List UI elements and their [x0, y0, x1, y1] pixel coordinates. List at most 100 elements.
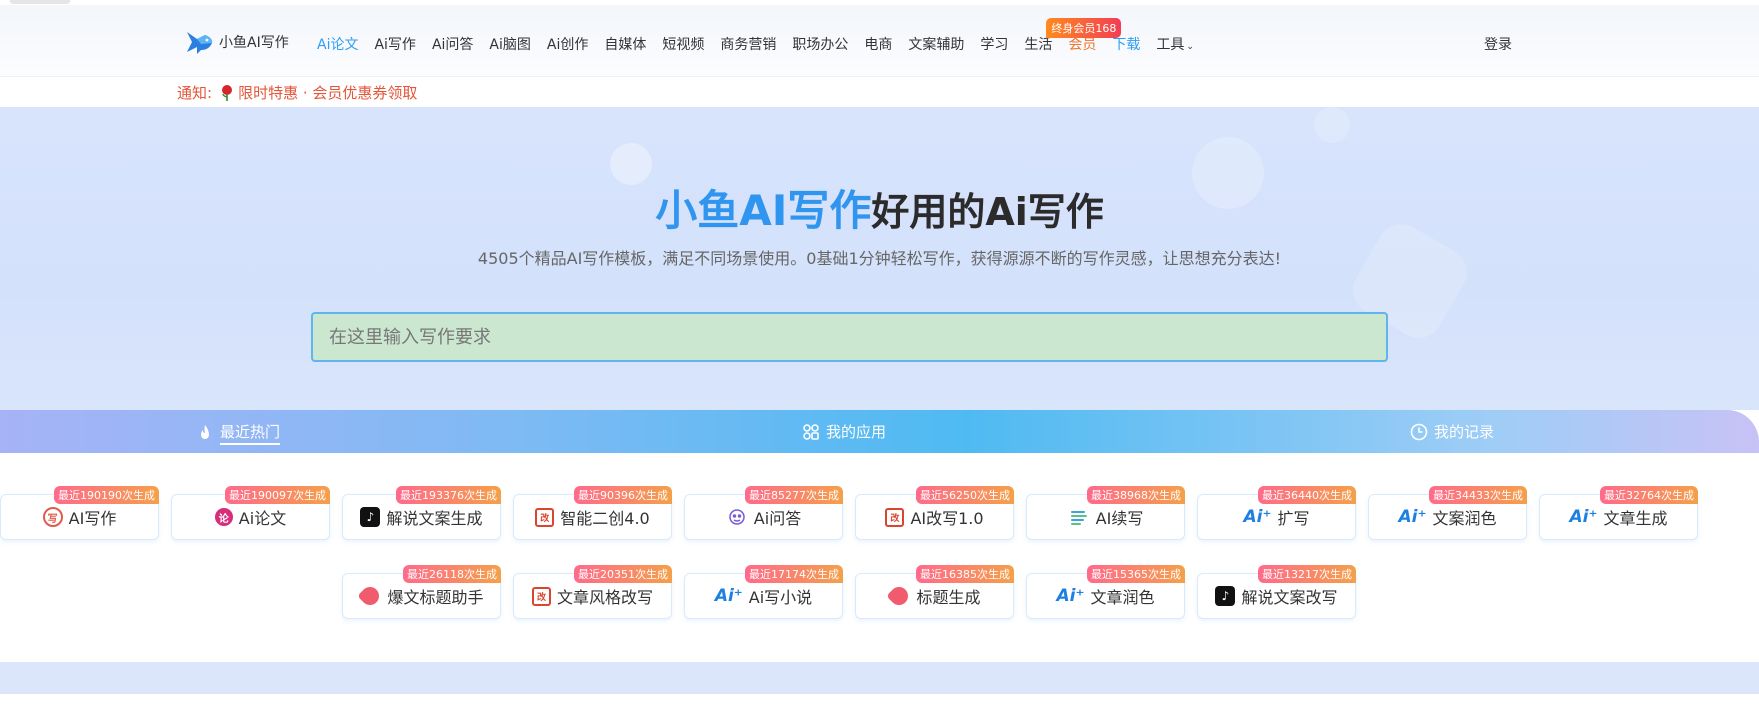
card-label: 扩写 — [1277, 509, 1310, 528]
footer-band — [0, 662, 1759, 694]
app-card-ai-qa[interactable]: 最近85277次生成 Ai问答 — [684, 486, 843, 540]
card-label: 文章润色 — [1090, 588, 1155, 607]
tab-my-records-label: 我的记录 — [1434, 423, 1495, 441]
ai-sparkle-icon: Ai⁺ — [1398, 507, 1427, 527]
nav-item-ai-creation[interactable]: Ai创作 — [547, 34, 588, 54]
nav-item-office[interactable]: 职场办公 — [792, 34, 848, 54]
tiktok-icon: ♪ — [360, 507, 381, 527]
tab-recent-hot-label: 最近热门 — [220, 421, 281, 445]
app-card-ai-rewrite[interactable]: 最近56250次生成 改 AI改写1.0 — [855, 486, 1014, 540]
fire-icon — [201, 425, 209, 439]
app-card-narration-copy[interactable]: 最近193376次生成 ♪ 解说文案生成 — [342, 486, 501, 540]
usage-badge: 最近26118次生成 — [403, 565, 501, 583]
decor-bubble — [610, 143, 652, 185]
ai-sparkle-icon: Ai⁺ — [1569, 507, 1598, 527]
usage-badge: 最近190190次生成 — [54, 486, 159, 504]
nav-item-tools-label: 工具 — [1156, 37, 1185, 53]
app-card-expand[interactable]: 最近36440次生成 Ai⁺ 扩写 — [1197, 486, 1356, 540]
nav-item-ai-mindmap[interactable]: Ai脑图 — [489, 34, 530, 54]
notice-prefix: 通知: — [177, 84, 213, 102]
usage-badge: 最近38968次生成 — [1087, 486, 1185, 504]
paper-icon: 论 — [214, 508, 233, 526]
card-label: Ai问答 — [753, 509, 802, 528]
tab-my-records[interactable]: 我的记录 — [1410, 421, 1494, 442]
card-label: 解说文案生成 — [386, 509, 483, 528]
tiktok-icon: ♪ — [1215, 586, 1236, 606]
usage-badge: 最近20351次生成 — [574, 565, 672, 583]
tab-my-apps[interactable]: 我的应用 — [802, 421, 886, 442]
usage-badge: 最近85277次生成 — [745, 486, 843, 504]
card-label: 文章生成 — [1603, 509, 1668, 528]
nav-item-short-video[interactable]: 短视频 — [662, 34, 704, 54]
top-tab-stub — [10, 0, 70, 4]
card-label: 标题生成 — [916, 588, 981, 607]
nav-item-tools[interactable]: 工具 ⌄ — [1156, 34, 1194, 54]
usage-badge: 最近32764次生成 — [1600, 486, 1698, 504]
site-header: 小鱼AI写作 Ai论文 Ai写作 Ai问答 Ai脑图 Ai创作 自媒体 短视频 … — [0, 5, 1759, 77]
app-card-style-rewrite[interactable]: 最近20351次生成 改 文章风格改写 — [513, 565, 672, 619]
vip-badge: 终身会员168 — [1046, 18, 1122, 38]
app-card-article-gen[interactable]: 最近32764次生成 Ai⁺ 文章生成 — [1539, 486, 1698, 540]
writing-request-input[interactable] — [311, 312, 1388, 362]
nav-item-ai-writing[interactable]: Ai写作 — [374, 34, 415, 54]
card-label: AI写作 — [68, 509, 117, 528]
notice-link[interactable]: 限时特惠 · 会员优惠券领取 — [238, 82, 417, 103]
card-label: 爆文标题助手 — [387, 588, 484, 607]
app-card-ai-continue[interactable]: 最近38968次生成 AI续写 — [1026, 486, 1185, 540]
card-label: 文案润色 — [1432, 509, 1497, 528]
app-card-title-gen[interactable]: 最近16385次生成 标题生成 — [855, 565, 1014, 619]
tag-icon — [886, 583, 913, 609]
usage-badge: 最近193376次生成 — [396, 486, 501, 504]
clock-icon — [1410, 423, 1428, 440]
main-nav: Ai论文 Ai写作 Ai问答 Ai脑图 Ai创作 自媒体 短视频 商务营销 职场… — [317, 18, 1210, 54]
continue-icon — [1068, 506, 1090, 528]
app-card-ai-paper[interactable]: 最近190097次生成 论 Ai论文 — [171, 486, 330, 540]
fish-logo-icon — [187, 32, 213, 54]
tab-recent-hot[interactable]: 最近热门 — [196, 421, 281, 445]
rewrite-icon: 改 — [535, 507, 555, 527]
hero-section: 小鱼AI写作好用的Ai写作 4505个精品AI写作模板，满足不同场景使用。0基础… — [0, 107, 1759, 410]
site-logo[interactable]: 小鱼AI写作 — [183, 27, 289, 57]
usage-badge: 最近36440次生成 — [1258, 486, 1356, 504]
card-label: Ai论文 — [238, 509, 287, 528]
notice-bar: 通知: 限时特惠 · 会员优惠券领取 — [177, 82, 417, 103]
usage-badge: 最近56250次生成 — [916, 486, 1014, 504]
nav-item-marketing[interactable]: 商务营销 — [720, 34, 776, 54]
card-label: Ai写小说 — [748, 588, 813, 607]
nav-item-self-media[interactable]: 自媒体 — [604, 34, 646, 54]
app-card-copy-polish[interactable]: 最近34433次生成 Ai⁺ 文案润色 — [1368, 486, 1527, 540]
app-card-viral-title[interactable]: 最近26118次生成 爆文标题助手 — [342, 565, 501, 619]
hero-slogan: 好用的Ai写作 — [871, 190, 1104, 234]
rose-icon — [222, 84, 233, 101]
app-card-narration-rewrite[interactable]: 最近13217次生成 ♪ 解说文案改写 — [1197, 565, 1356, 619]
app-card-smart-recreate[interactable]: 最近90396次生成 改 智能二创4.0 — [513, 486, 672, 540]
card-label: 智能二创4.0 — [560, 509, 650, 528]
card-label: 解说文案改写 — [1241, 588, 1338, 607]
rewrite-icon: 改 — [531, 586, 551, 606]
nav-item-vip-label: 会员 — [1068, 37, 1097, 53]
app-card-ai-novel[interactable]: 最近17174次生成 Ai⁺ Ai写小说 — [684, 565, 843, 619]
tag-icon — [357, 583, 384, 609]
app-card-ai-writing[interactable]: 最近190190次生成 写 AI写作 — [0, 486, 159, 540]
nav-item-study[interactable]: 学习 — [980, 34, 1008, 54]
nav-item-ai-qa[interactable]: Ai问答 — [432, 34, 473, 54]
nav-item-vip[interactable]: 终身会员168 会员 — [1046, 18, 1122, 54]
nav-item-ai-paper[interactable]: Ai论文 — [317, 34, 358, 54]
card-label: AI改写1.0 — [910, 509, 984, 528]
usage-badge: 最近13217次生成 — [1258, 565, 1356, 583]
nav-item-copy-assist[interactable]: 文案辅助 — [908, 34, 964, 54]
usage-badge: 最近190097次生成 — [225, 486, 330, 504]
rewrite-icon: 改 — [885, 507, 905, 527]
tab-bar: 最近热门 我的应用 我的记录 — [0, 410, 1759, 453]
usage-badge: 最近16385次生成 — [916, 565, 1014, 583]
nav-item-ecommerce[interactable]: 电商 — [864, 34, 892, 54]
login-button[interactable]: 登录 — [1484, 34, 1512, 54]
chevron-down-icon: ⌄ — [1186, 42, 1194, 52]
usage-badge: 最近17174次生成 — [745, 565, 843, 583]
hero-title: 小鱼AI写作好用的Ai写作 — [0, 183, 1759, 240]
nav-item-download[interactable]: 下载 — [1112, 34, 1140, 54]
app-card-article-polish[interactable]: 最近15365次生成 Ai⁺ 文章润色 — [1026, 565, 1185, 619]
grid-icon — [803, 423, 819, 440]
ai-sparkle-icon: Ai⁺ — [714, 586, 743, 606]
decor-bubble — [1314, 107, 1350, 143]
